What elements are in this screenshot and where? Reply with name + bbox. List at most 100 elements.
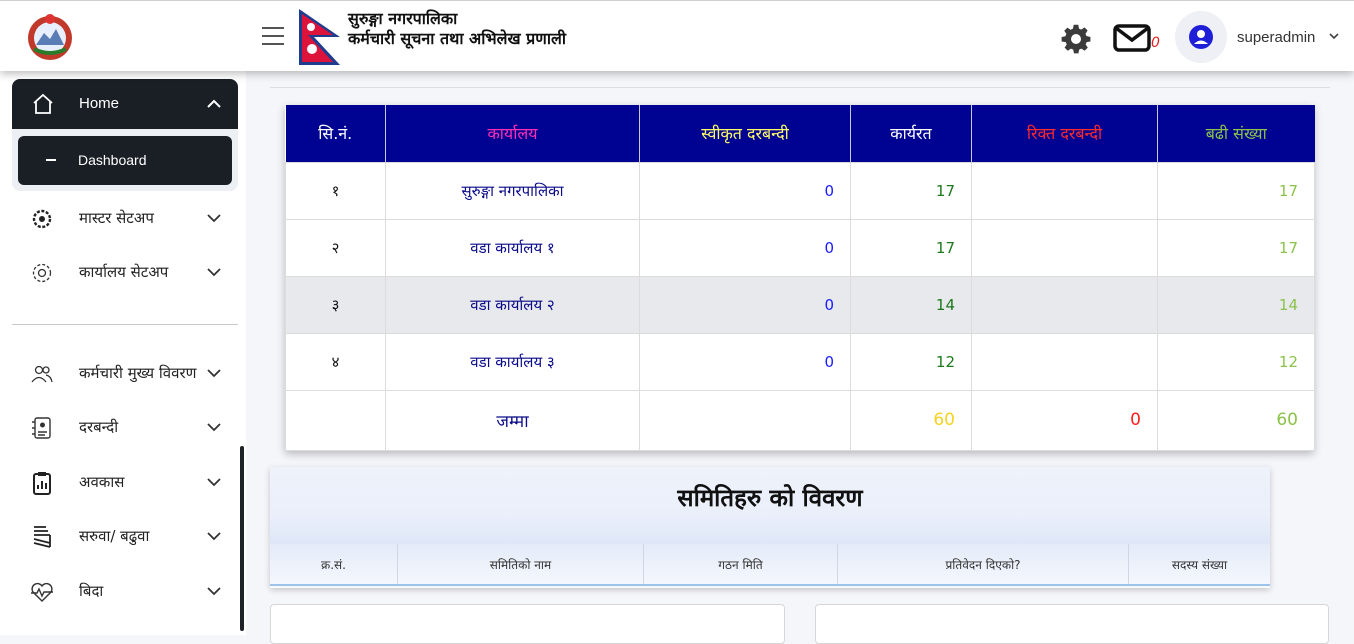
column-header-office: कार्यालय <box>385 105 640 162</box>
content-card <box>270 604 785 644</box>
chevron-down-icon[interactable] <box>207 213 221 223</box>
cell-vacant <box>971 218 1158 277</box>
committee-title: समितिहरु को विवरण <box>677 484 863 512</box>
sidebar-item-leave[interactable]: बिदा <box>12 572 238 612</box>
cell-working: 17 <box>850 218 972 277</box>
chevron-down-icon[interactable] <box>1328 31 1340 41</box>
chevron-down-icon[interactable] <box>207 586 221 596</box>
gear-outline-icon <box>32 263 52 283</box>
sidebar-item-label: Dashboard <box>78 152 147 168</box>
cell-working: 12 <box>850 332 972 391</box>
cell-office: सुरुङ्गा नगरपालिका <box>385 161 640 220</box>
cell-excess: 12 <box>1157 332 1315 391</box>
committee-table-header: क्र.सं. समितिको नाम गठन मिति प्रतिवेदन द… <box>270 544 1270 586</box>
sidebar-item-home[interactable]: Home <box>12 79 238 129</box>
table-header-row: सि.नं. कार्यालय स्वीकृत दरबन्दी कार्यरत … <box>285 105 1315 162</box>
sidebar-item-label: कार्यालय सेटअप <box>79 263 169 281</box>
sidebar-item-label: अवकास <box>79 473 125 491</box>
content-divider <box>270 87 1330 88</box>
cell-working: 14 <box>850 275 972 334</box>
cell-vacant <box>971 275 1158 334</box>
sidebar-item-master-setup[interactable]: मास्टर सेटअप <box>12 199 238 239</box>
chevron-down-icon[interactable] <box>207 368 221 378</box>
column-header-sn: क्र.सं. <box>270 544 398 584</box>
municipality-logo <box>28 14 72 60</box>
column-header-report-submitted: प्रतिवेदन दिएको? <box>838 544 1129 584</box>
cell-total-working: 60 <box>850 389 972 451</box>
sidebar-item-employee-details[interactable]: कर्मचारी मुख्य विवरण <box>12 354 238 394</box>
avatar[interactable] <box>1175 11 1227 63</box>
mail-icon[interactable] <box>1113 24 1151 52</box>
chevron-down-icon[interactable] <box>207 531 221 541</box>
sidebar-item-label: सरुवा/ बढुवा <box>79 527 150 545</box>
sidebar-item-label: कर्मचारी मुख्य विवरण <box>79 364 197 382</box>
cell-vacant <box>971 332 1158 391</box>
sidebar: Home Dashboard मास्टर सेटअप कार्यालय सेट… <box>0 71 246 635</box>
header-titles: सुरुङ्गा नगरपालिका कर्मचारी सूचना तथा अभ… <box>348 9 566 49</box>
id-card-icon <box>32 417 51 439</box>
sidebar-item-label: दरबन्दी <box>79 418 119 436</box>
sidebar-item-retirement[interactable]: अवकास <box>12 463 238 503</box>
column-header-formation-date: गठन मिति <box>644 544 838 584</box>
sidebar-item-dashboard[interactable]: Dashboard <box>18 136 232 185</box>
sidebar-home-group: Home Dashboard <box>12 79 238 191</box>
user-circle-icon <box>1189 25 1213 49</box>
user-menu[interactable]: superadmin <box>1237 29 1315 46</box>
chevron-down-icon[interactable] <box>207 267 221 277</box>
cell-total-excess: 60 <box>1157 389 1315 451</box>
cell-sanctioned: 0 <box>639 332 851 391</box>
staff-summary-table: सि.नं. कार्यालय स्वीकृत दरबन्दी कार्यरत … <box>285 105 1315 451</box>
column-header-vacant: रिक्त दरबन्दी <box>971 105 1158 162</box>
cell-empty <box>639 389 851 451</box>
cell-empty <box>285 389 386 451</box>
home-icon <box>33 93 53 114</box>
users-icon <box>31 365 53 383</box>
cell-vacant <box>971 161 1158 220</box>
cell-sn: २ <box>285 218 386 277</box>
org-name: सुरुङ्गा नगरपालिका <box>348 9 458 28</box>
system-name: कर्मचारी सूचना तथा अभिलेख प्रणाली <box>348 29 566 48</box>
cell-total-vacant: 0 <box>971 389 1158 451</box>
chevron-up-icon[interactable] <box>207 99 221 109</box>
cell-excess: 17 <box>1157 218 1315 277</box>
column-header-working: कार्यरत <box>850 105 972 162</box>
committee-section: समितिहरु को विवरण क्र.सं. समितिको नाम गठ… <box>270 467 1270 588</box>
table-row: १ सुरुङ्गा नगरपालिका 0 17 17 <box>285 161 1315 220</box>
column-header-excess: बढी संख्या <box>1157 105 1315 162</box>
mail-count-badge: 0 <box>1151 35 1160 51</box>
table-row: ३ वडा कार्यालय २ 0 14 14 <box>285 275 1315 334</box>
nepal-flag-icon <box>299 9 340 65</box>
top-header: सुरुङ्गा नगरपालिका कर्मचारी सूचना तथा अभ… <box>0 0 1354 71</box>
heartbeat-icon <box>31 582 53 602</box>
cell-sn: ३ <box>285 275 386 334</box>
cell-total-label: जम्मा <box>385 389 640 451</box>
column-header-member-count: सदस्य संख्या <box>1171 558 1228 572</box>
cell-office: वडा कार्यालय २ <box>385 275 640 334</box>
sidebar-item-label: मास्टर सेटअप <box>79 209 154 227</box>
sidebar-item-label: Home <box>79 95 120 112</box>
sidebar-scrollbar[interactable] <box>240 446 244 631</box>
cell-excess: 17 <box>1157 161 1315 220</box>
settings-gear-icon[interactable] <box>1060 23 1092 55</box>
menu-toggle-icon[interactable] <box>262 27 284 45</box>
cell-sn: १ <box>285 161 386 220</box>
content-card <box>815 604 1329 644</box>
cell-office: वडा कार्यालय १ <box>385 218 640 277</box>
staff-summary-card: सि.नं. कार्यालय स्वीकृत दरबन्दी कार्यरत … <box>285 105 1315 451</box>
gear-badge-icon <box>32 209 52 229</box>
sidebar-item-darbandi[interactable]: दरबन्दी <box>12 408 238 448</box>
sidebar-item-transfer-promotion[interactable]: सरुवा/ बढुवा <box>12 517 238 557</box>
chevron-down-icon[interactable] <box>207 477 221 487</box>
clipboard-chart-icon <box>33 472 51 495</box>
sidebar-item-label: बिदा <box>79 582 104 600</box>
column-header-sanctioned: स्वीकृत दरबन्दी <box>639 105 851 162</box>
chevron-down-icon[interactable] <box>207 422 221 432</box>
cell-working: 17 <box>850 161 972 220</box>
dash-icon <box>46 159 56 161</box>
table-total-row: जम्मा 60 0 60 <box>285 389 1315 451</box>
sidebar-item-office-setup[interactable]: कार्यालय सेटअप <box>12 253 238 293</box>
sidebar-divider <box>12 324 238 325</box>
table-row: ४ वडा कार्यालय ३ 0 12 12 <box>285 332 1315 391</box>
cell-sn: ४ <box>285 332 386 391</box>
cell-sanctioned: 0 <box>639 161 851 220</box>
